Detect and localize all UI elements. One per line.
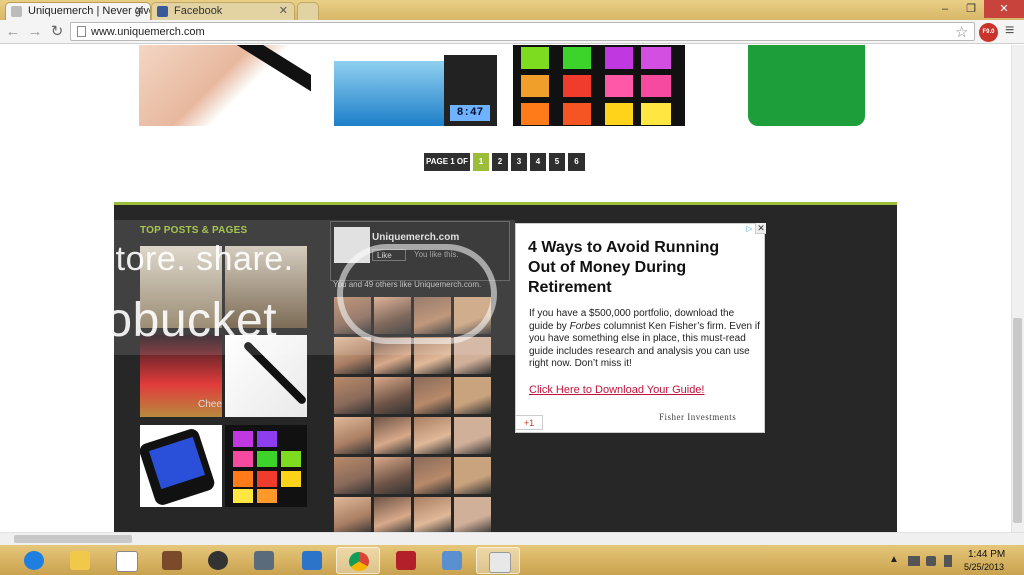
page-6-button[interactable]: 6 <box>568 153 585 171</box>
extension-badge-icon[interactable]: F9.0 <box>979 23 998 42</box>
ad-info-icon[interactable]: ▷ <box>744 223 755 234</box>
facebook-fan-avatar[interactable] <box>334 417 371 454</box>
control-panel-icon <box>302 551 322 570</box>
product-image-pen[interactable] <box>139 45 311 126</box>
speaker-app-button[interactable] <box>196 547 240 574</box>
url-text: www.uniquemerch.com <box>91 26 205 38</box>
back-button[interactable]: ← <box>4 23 22 41</box>
amazon-button[interactable] <box>104 547 148 574</box>
calculator-app-button[interactable] <box>242 547 286 574</box>
page-1-button[interactable]: 1 <box>473 153 489 171</box>
horizontal-scrollbar-thumb[interactable] <box>14 535 132 543</box>
facebook-fan-avatar[interactable] <box>374 417 411 454</box>
product-image-tetris-lamp[interactable] <box>513 45 685 126</box>
chrome-taskbar-button[interactable] <box>336 547 380 574</box>
control-panel-button[interactable] <box>290 547 334 574</box>
forward-button[interactable]: → <box>26 23 44 41</box>
facebook-fan-avatar[interactable] <box>374 457 411 494</box>
new-tab-button[interactable] <box>297 2 319 20</box>
vertical-scrollbar-thumb[interactable] <box>1013 318 1022 523</box>
file-explorer-button[interactable] <box>58 547 102 574</box>
google-plus-one-button[interactable]: +1 <box>515 415 543 430</box>
speaker-icon <box>208 551 228 570</box>
calculator-icon <box>254 551 274 570</box>
chrome-icon <box>349 552 369 571</box>
browser-toolbar: ← → ↻ www.uniquemerch.com ☆ F9.0 ≡ <box>0 20 1024 44</box>
ad-title[interactable]: 4 Ways to Avoid Running Out of Money Dur… <box>528 238 748 298</box>
volume-icon[interactable] <box>926 556 936 566</box>
facebook-fan-avatar[interactable] <box>334 497 371 532</box>
remote-desktop-icon <box>442 551 462 570</box>
amazon-icon <box>116 551 138 572</box>
address-bar[interactable]: www.uniquemerch.com <box>70 22 975 41</box>
facebook-fan-avatar[interactable] <box>334 377 371 414</box>
close-window-button[interactable]: ✕ <box>984 0 1024 18</box>
facebook-fan-avatar[interactable] <box>414 497 451 532</box>
internet-explorer-icon <box>24 551 44 570</box>
battery-icon[interactable] <box>944 555 952 567</box>
watermark-tagline: host. store. share. <box>12 240 294 278</box>
paint-app-button[interactable] <box>476 547 520 574</box>
bookmark-star-icon[interactable]: ☆ <box>955 23 968 41</box>
reload-button[interactable]: ↻ <box>48 23 66 41</box>
page-icon <box>77 26 86 37</box>
tab-close-icon[interactable]: ✕ <box>135 3 144 20</box>
tab-title: Uniquemerch | Never give <box>28 5 151 17</box>
page-5-button[interactable]: 5 <box>549 153 565 171</box>
ad-body-italic: Forbes <box>569 320 601 332</box>
tab-close-icon[interactable]: ✕ <box>279 3 288 20</box>
page-4-button[interactable]: 4 <box>530 153 546 171</box>
ad-brand: Fisher Investments <box>659 412 737 422</box>
post-thumbnail[interactable] <box>225 425 307 507</box>
tray-expand-icon[interactable]: ▲ <box>889 554 899 565</box>
page-3-button[interactable]: 3 <box>511 153 527 171</box>
power-icon <box>396 551 416 570</box>
internet-explorer-button[interactable] <box>12 547 56 574</box>
facebook-fan-avatar[interactable] <box>454 497 491 532</box>
tab-title: Facebook <box>174 5 223 17</box>
ad-download-link[interactable]: Click Here to Download Your Guide! <box>529 384 704 396</box>
page-content: 8:47 PAGE 1 OF 6 1 2 3 4 5 6 TOP POSTS &… <box>0 45 1011 532</box>
horizontal-scrollbar[interactable] <box>0 532 1024 545</box>
product-image-aquarium[interactable]: 8:47 <box>334 45 497 126</box>
facebook-fan-avatar[interactable] <box>414 457 451 494</box>
facebook-fan-avatar[interactable] <box>454 377 491 414</box>
post-thumbnail[interactable] <box>140 425 222 507</box>
pagination-label: PAGE 1 OF 6 <box>424 153 470 184</box>
page-2-button[interactable]: 2 <box>492 153 508 171</box>
restore-button[interactable]: ❐ <box>958 0 984 18</box>
media-app-button[interactable] <box>150 547 194 574</box>
thumbnail-caption: Chee <box>198 399 222 410</box>
watermark-logo-text: photobucket <box>10 294 278 347</box>
menu-icon[interactable]: ≡ <box>1005 22 1014 40</box>
facebook-fan-avatar[interactable] <box>454 417 491 454</box>
facebook-fan-avatar[interactable] <box>414 417 451 454</box>
paint-icon <box>489 552 511 573</box>
clock-date[interactable]: 5/25/2013 <box>964 562 1004 572</box>
remote-app-button[interactable] <box>430 547 474 574</box>
media-icon <box>162 551 182 570</box>
tab-facebook[interactable]: Facebook ✕ <box>151 2 295 20</box>
network-icon[interactable] <box>908 556 920 566</box>
site-favicon <box>11 6 22 17</box>
ad-close-icon[interactable]: ✕ <box>755 223 766 234</box>
folder-icon <box>70 551 90 570</box>
clock-time[interactable]: 1:44 PM <box>968 549 1005 560</box>
facebook-fan-avatar[interactable] <box>334 457 371 494</box>
facebook-favicon <box>157 6 168 17</box>
product-image-green-shirt[interactable] <box>748 45 865 126</box>
ad-body: If you have a $500,000 portfolio, downlo… <box>529 308 761 371</box>
facebook-fan-avatar[interactable] <box>374 497 411 532</box>
facebook-fan-avatar[interactable] <box>414 377 451 414</box>
watermark-ring-icon <box>337 244 497 344</box>
minimize-button[interactable]: – <box>932 0 958 18</box>
power-app-button[interactable] <box>384 547 428 574</box>
facebook-fan-avatar[interactable] <box>374 377 411 414</box>
tab-uniquemerch[interactable]: Uniquemerch | Never give ✕ <box>5 2 151 20</box>
browser-tab-strip: Uniquemerch | Never give ✕ Facebook ✕ – … <box>0 0 1024 20</box>
facebook-fan-avatar[interactable] <box>454 457 491 494</box>
